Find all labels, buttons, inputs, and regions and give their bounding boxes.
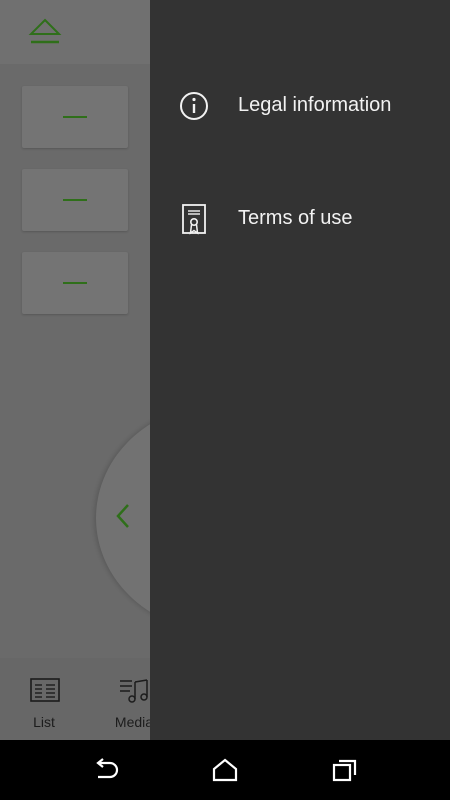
empty-preset-dash: [63, 282, 87, 284]
certificate-document-icon: [182, 204, 206, 235]
drawer-item-terms-of-use[interactable]: Terms of use: [150, 189, 450, 249]
list-icon: [30, 678, 60, 702]
eject-icon[interactable]: [28, 18, 62, 46]
system-navigation-bar: [0, 740, 450, 800]
recent-apps-icon[interactable]: [331, 757, 359, 783]
nav-item-list[interactable]: List: [4, 658, 84, 740]
info-icon: [180, 92, 208, 120]
empty-preset-dash: [63, 199, 87, 201]
chevron-left-icon[interactable]: [114, 502, 132, 530]
empty-preset-dash: [63, 116, 87, 118]
preset-button-1[interactable]: —: [22, 86, 128, 148]
back-icon[interactable]: [92, 757, 120, 783]
preset-button-3[interactable]: —: [22, 252, 128, 314]
preset-button-2[interactable]: —: [22, 169, 128, 231]
music-notes-icon: [120, 679, 148, 703]
navigation-drawer: Legal information Terms of use: [150, 0, 450, 740]
drawer-item-legal-information[interactable]: Legal information: [150, 76, 450, 136]
drawer-item-label: Legal information: [238, 94, 392, 116]
drawer-item-label: Terms of use: [238, 207, 353, 229]
home-icon[interactable]: [211, 757, 239, 783]
nav-label-list: List: [33, 714, 55, 730]
